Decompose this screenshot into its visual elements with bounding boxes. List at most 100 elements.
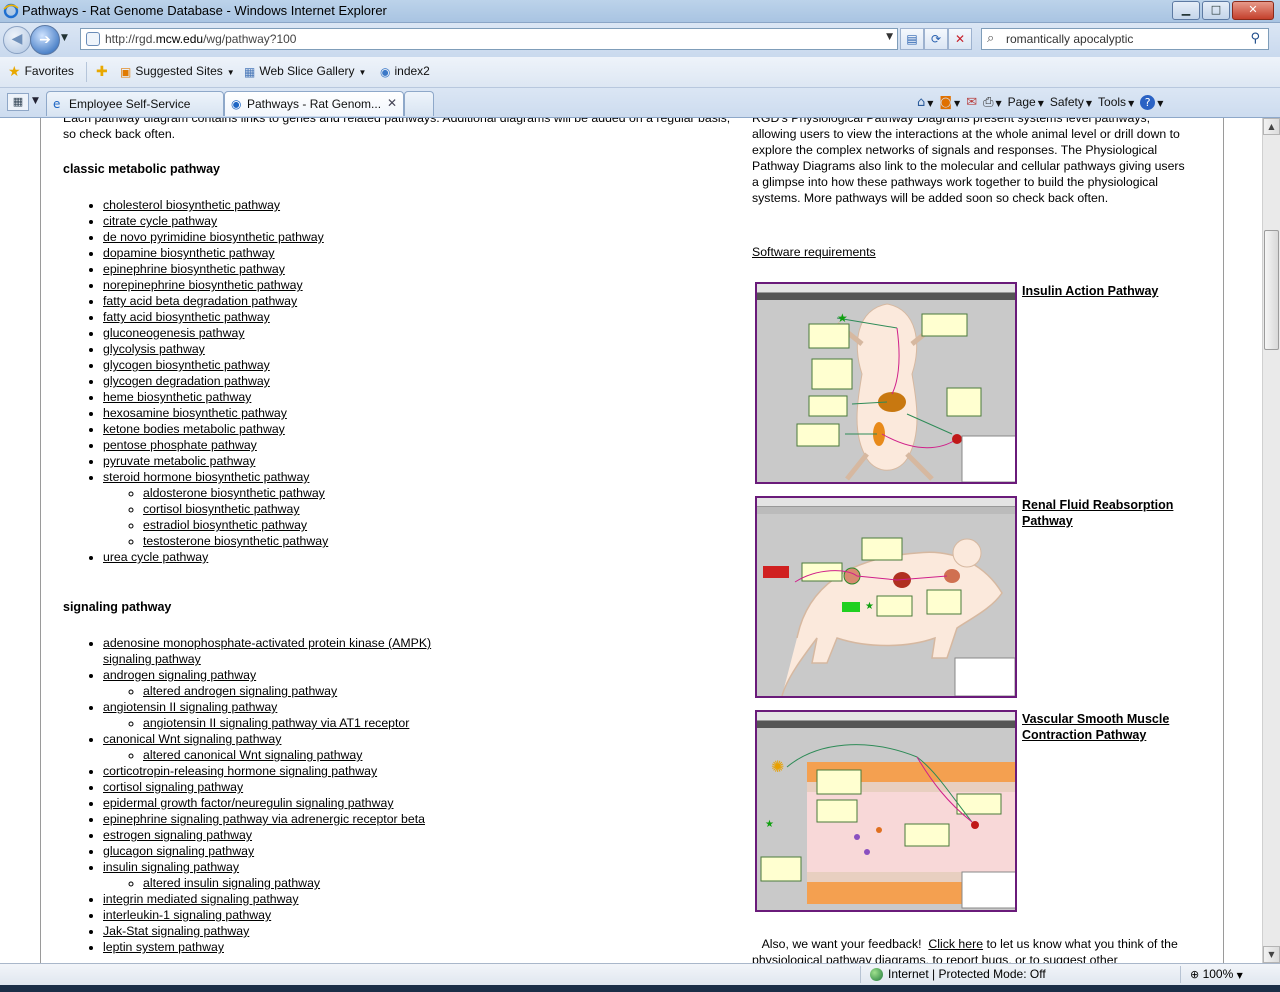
- stop-button[interactable]: ✕: [948, 28, 972, 50]
- pathway-link[interactable]: heme biosynthetic pathway: [103, 390, 251, 404]
- pathway-link[interactable]: gluconeogenesis pathway: [103, 326, 245, 340]
- help-button[interactable]: ? ▼: [1140, 94, 1163, 110]
- pathway-link[interactable]: urea cycle pathway: [103, 550, 208, 564]
- address-bar[interactable]: http://rgd.mcw.edu/wg/pathway?100 ▼: [80, 28, 898, 50]
- pathway-link[interactable]: androgen signaling pathway: [103, 668, 256, 682]
- close-tab-icon[interactable]: ✕: [387, 96, 397, 110]
- search-input[interactable]: romantically apocalyptic: [1006, 32, 1133, 46]
- scroll-down-button[interactable]: ▼: [1263, 946, 1280, 963]
- close-window-button[interactable]: ✕: [1232, 1, 1274, 20]
- taskbar: [0, 985, 1280, 992]
- vertical-scrollbar[interactable]: ▲ ▼: [1262, 118, 1280, 963]
- history-dropdown-icon[interactable]: ▼: [61, 33, 68, 43]
- pathway-link[interactable]: fatty acid beta degradation pathway: [103, 294, 297, 308]
- software-requirements-link[interactable]: Software requirements: [752, 245, 876, 259]
- tab-bar: ▦ ▼ e Employee Self-Service ◉ Pathways -…: [0, 88, 1280, 118]
- home-button[interactable]: ⌂ ▼: [917, 95, 933, 110]
- status-bar: Internet | Protected Mode: Off ⊕ 100% ▼: [0, 963, 1280, 986]
- compatibility-view-button[interactable]: ▤: [900, 28, 924, 50]
- search-box[interactable]: ⌕ romantically apocalyptic ⚲: [981, 28, 1269, 50]
- chevron-down-icon: ▼: [1085, 99, 1093, 108]
- back-button[interactable]: ◀: [3, 26, 31, 54]
- pathway-link[interactable]: cholesterol biosynthetic pathway: [103, 198, 280, 212]
- pathway-link[interactable]: fatty acid biosynthetic pathway: [103, 310, 270, 324]
- pathway-link[interactable]: angiotensin II signaling pathway: [103, 700, 277, 714]
- pathway-link[interactable]: citrate cycle pathway: [103, 214, 217, 228]
- feeds-button[interactable]: ◙ ▼: [939, 95, 960, 110]
- minimize-button[interactable]: ▁: [1172, 1, 1200, 20]
- insulin-action-pathway-link[interactable]: Insulin Action Pathway: [1022, 283, 1202, 299]
- address-url[interactable]: http://rgd.mcw.edu/wg/pathway?100: [105, 32, 296, 46]
- list-item: epidermal growth factor/neuregulin signa…: [103, 795, 483, 811]
- svg-text:★: ★: [865, 601, 874, 612]
- list-item: norepinephrine biosynthetic pathway: [103, 277, 328, 293]
- scroll-thumb[interactable]: [1264, 230, 1279, 350]
- sub-pathway-link[interactable]: cortisol biosynthetic pathway: [143, 502, 300, 516]
- favorite-index2[interactable]: ◉ index2: [380, 64, 430, 79]
- maximize-button[interactable]: □: [1202, 1, 1230, 20]
- favorites-button[interactable]: ★ Favorites: [8, 64, 74, 80]
- search-go-icon[interactable]: ⚲: [1250, 31, 1260, 46]
- sub-pathway-link[interactable]: angiotensin II signaling pathway via AT1…: [143, 716, 409, 730]
- tools-menu-button[interactable]: Tools ▼: [1098, 95, 1134, 109]
- pathway-link[interactable]: pentose phosphate pathway: [103, 438, 257, 452]
- sub-pathway-link[interactable]: altered androgen signaling pathway: [143, 684, 337, 698]
- vascular-smooth-muscle-thumbnail[interactable]: ✺ ★: [755, 710, 1017, 912]
- address-dropdown-icon[interactable]: ▼: [886, 32, 893, 42]
- forward-button[interactable]: ➔: [30, 25, 60, 55]
- web-slice-icon: ▦: [244, 64, 256, 79]
- pathway-link[interactable]: pyruvate metabolic pathway: [103, 454, 255, 468]
- title-bar: Pathways - Rat Genome Database - Windows…: [0, 0, 1280, 23]
- read-mail-button[interactable]: ✉: [966, 95, 977, 110]
- pathway-link[interactable]: ketone bodies metabolic pathway: [103, 422, 285, 436]
- sub-pathway-link[interactable]: estradiol biosynthetic pathway: [143, 518, 307, 532]
- security-zone[interactable]: Internet | Protected Mode: Off: [870, 967, 1046, 982]
- pathway-link[interactable]: estrogen signaling pathway: [103, 828, 252, 842]
- pathway-link[interactable]: glucagon signaling pathway: [103, 844, 254, 858]
- pathway-link[interactable]: steroid hormone biosynthetic pathway: [103, 470, 309, 484]
- pathway-link[interactable]: leptin system pathway: [103, 940, 224, 954]
- renal-fluid-thumbnail[interactable]: ★: [755, 496, 1017, 698]
- insulin-action-thumbnail[interactable]: ★: [755, 282, 1017, 484]
- pathway-link[interactable]: glycolysis pathway: [103, 342, 205, 356]
- tab-employee-self-service[interactable]: e Employee Self-Service: [46, 91, 224, 116]
- sub-pathway-link[interactable]: aldosterone biosynthetic pathway: [143, 486, 325, 500]
- refresh-button[interactable]: ⟳: [924, 28, 948, 50]
- pathway-link[interactable]: de novo pyrimidine biosynthetic pathway: [103, 230, 324, 244]
- feedback-link[interactable]: Click here: [928, 937, 983, 951]
- pathway-link[interactable]: adenosine monophosphate-activated protei…: [103, 636, 431, 666]
- page-menu-button[interactable]: Page ▼: [1008, 95, 1044, 109]
- vascular-smooth-muscle-pathway-link[interactable]: Vascular Smooth Muscle Contraction Pathw…: [1022, 711, 1202, 743]
- pathway-link[interactable]: epidermal growth factor/neuregulin signa…: [103, 796, 394, 810]
- safety-menu-button[interactable]: Safety ▼: [1050, 95, 1092, 109]
- pathway-link[interactable]: insulin signaling pathway: [103, 860, 239, 874]
- favorite-web-slice-gallery[interactable]: ▦ Web Slice Gallery ▼: [244, 64, 366, 79]
- tab-list-dropdown-icon[interactable]: ▼: [32, 96, 39, 106]
- pathway-link[interactable]: canonical Wnt signaling pathway: [103, 732, 281, 746]
- pathway-link[interactable]: integrin mediated signaling pathway: [103, 892, 299, 906]
- pathway-link[interactable]: epinephrine signaling pathway via adrene…: [103, 812, 425, 826]
- zoom-level[interactable]: ⊕ 100% ▼: [1190, 967, 1243, 981]
- sub-pathway-link[interactable]: altered canonical Wnt signaling pathway: [143, 748, 362, 762]
- pathway-link[interactable]: Jak-Stat signaling pathway: [103, 924, 249, 938]
- add-favorite-button[interactable]: ✚: [96, 64, 112, 80]
- pathway-link[interactable]: norepinephrine biosynthetic pathway: [103, 278, 303, 292]
- renal-fluid-reabsorption-pathway-link[interactable]: Renal Fluid Reabsorption Pathway: [1022, 497, 1202, 529]
- pathway-link[interactable]: interleukin-1 signaling pathway: [103, 908, 271, 922]
- pathway-link[interactable]: glycogen biosynthetic pathway: [103, 358, 270, 372]
- pathway-link[interactable]: corticotropin-releasing hormone signalin…: [103, 764, 377, 778]
- new-tab-button[interactable]: [404, 91, 434, 116]
- pathway-link[interactable]: epinephrine biosynthetic pathway: [103, 262, 285, 276]
- pathway-link[interactable]: cortisol signaling pathway: [103, 780, 243, 794]
- pathway-link[interactable]: glycogen degradation pathway: [103, 374, 270, 388]
- favorite-suggested-sites[interactable]: ▣ Suggested Sites ▼: [120, 64, 235, 79]
- rss-feed-icon: ◙: [939, 94, 953, 110]
- quick-tabs-button[interactable]: ▦: [7, 93, 29, 111]
- sub-pathway-link[interactable]: altered insulin signaling pathway: [143, 876, 320, 890]
- print-button[interactable]: ⎙ ▼: [983, 95, 1002, 110]
- pathway-link[interactable]: hexosamine biosynthetic pathway: [103, 406, 287, 420]
- scroll-up-button[interactable]: ▲: [1263, 118, 1280, 135]
- sub-pathway-link[interactable]: testosterone biosynthetic pathway: [143, 534, 328, 548]
- pathway-link[interactable]: dopamine biosynthetic pathway: [103, 246, 275, 260]
- tab-pathways[interactable]: ◉ Pathways - Rat Genom... ✕: [224, 91, 404, 116]
